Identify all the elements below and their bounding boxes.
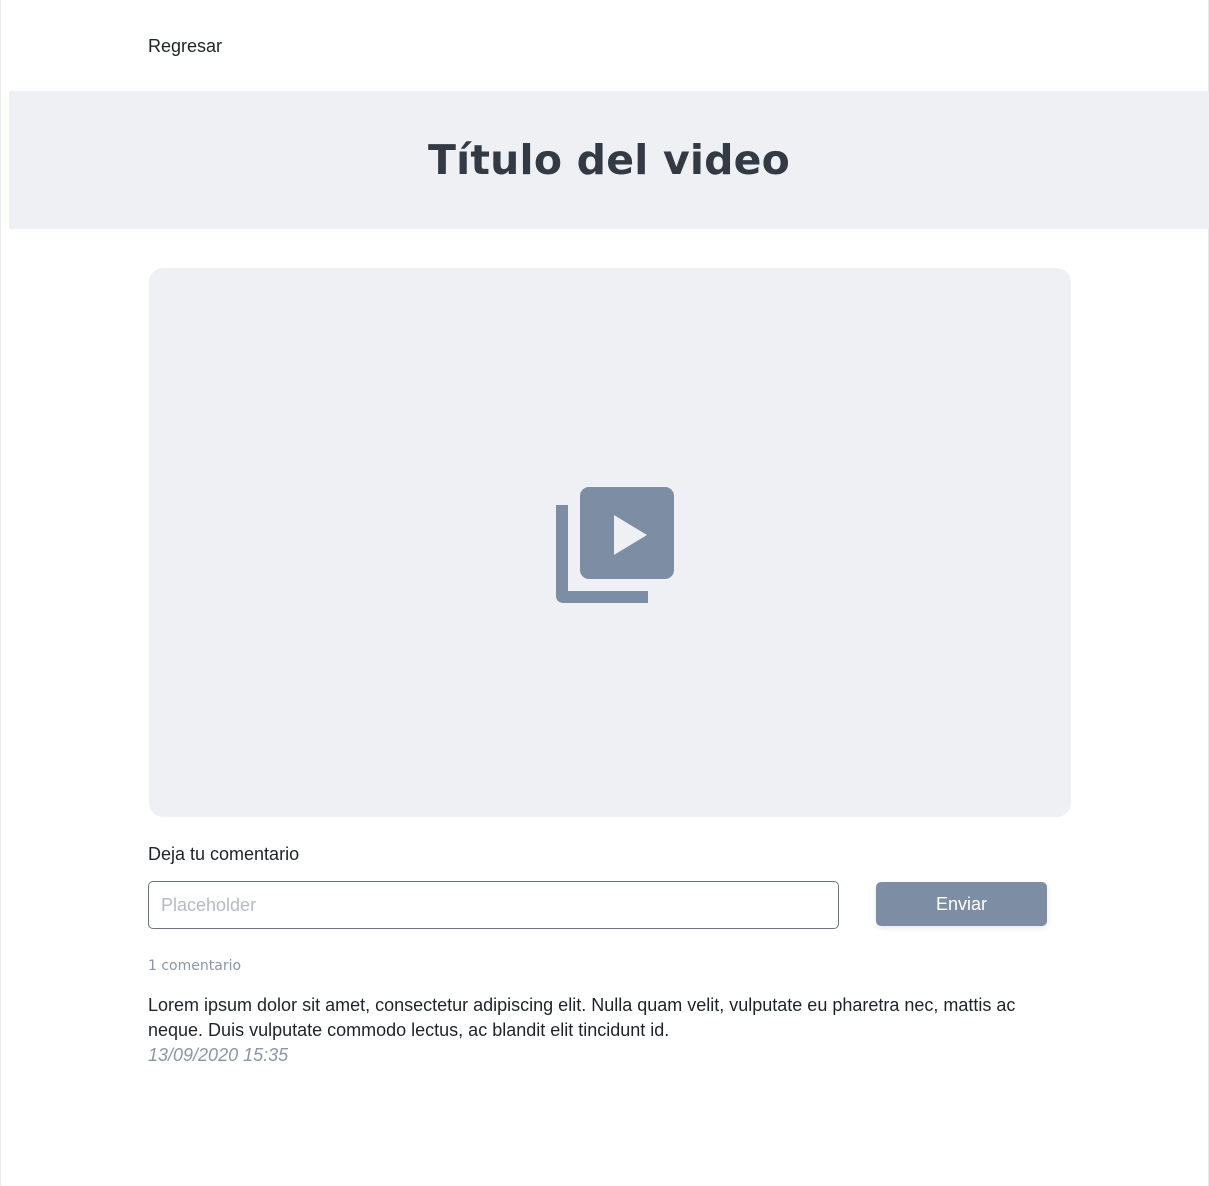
comment-item: Lorem ipsum dolor sit amet, consectetur … [148,993,1048,1066]
back-link[interactable]: Regresar [148,36,222,57]
video-player[interactable] [149,268,1071,817]
comment-form-label: Deja tu comentario [148,844,300,864]
comment-input[interactable] [148,881,839,929]
comment-text: Lorem ipsum dolor sit amet, consectetur … [148,995,1016,1040]
comment-count: 1 comentario [148,958,242,974]
comment-date: 13/09/2020 15:35 [148,1045,289,1065]
video-page: Regresar Título del video Deja tu coment… [0,0,1209,1186]
video-library-icon [556,486,674,605]
send-button[interactable]: Enviar [876,882,1047,926]
page-header: Título del video [9,91,1209,229]
page-title: Título del video [427,136,791,184]
